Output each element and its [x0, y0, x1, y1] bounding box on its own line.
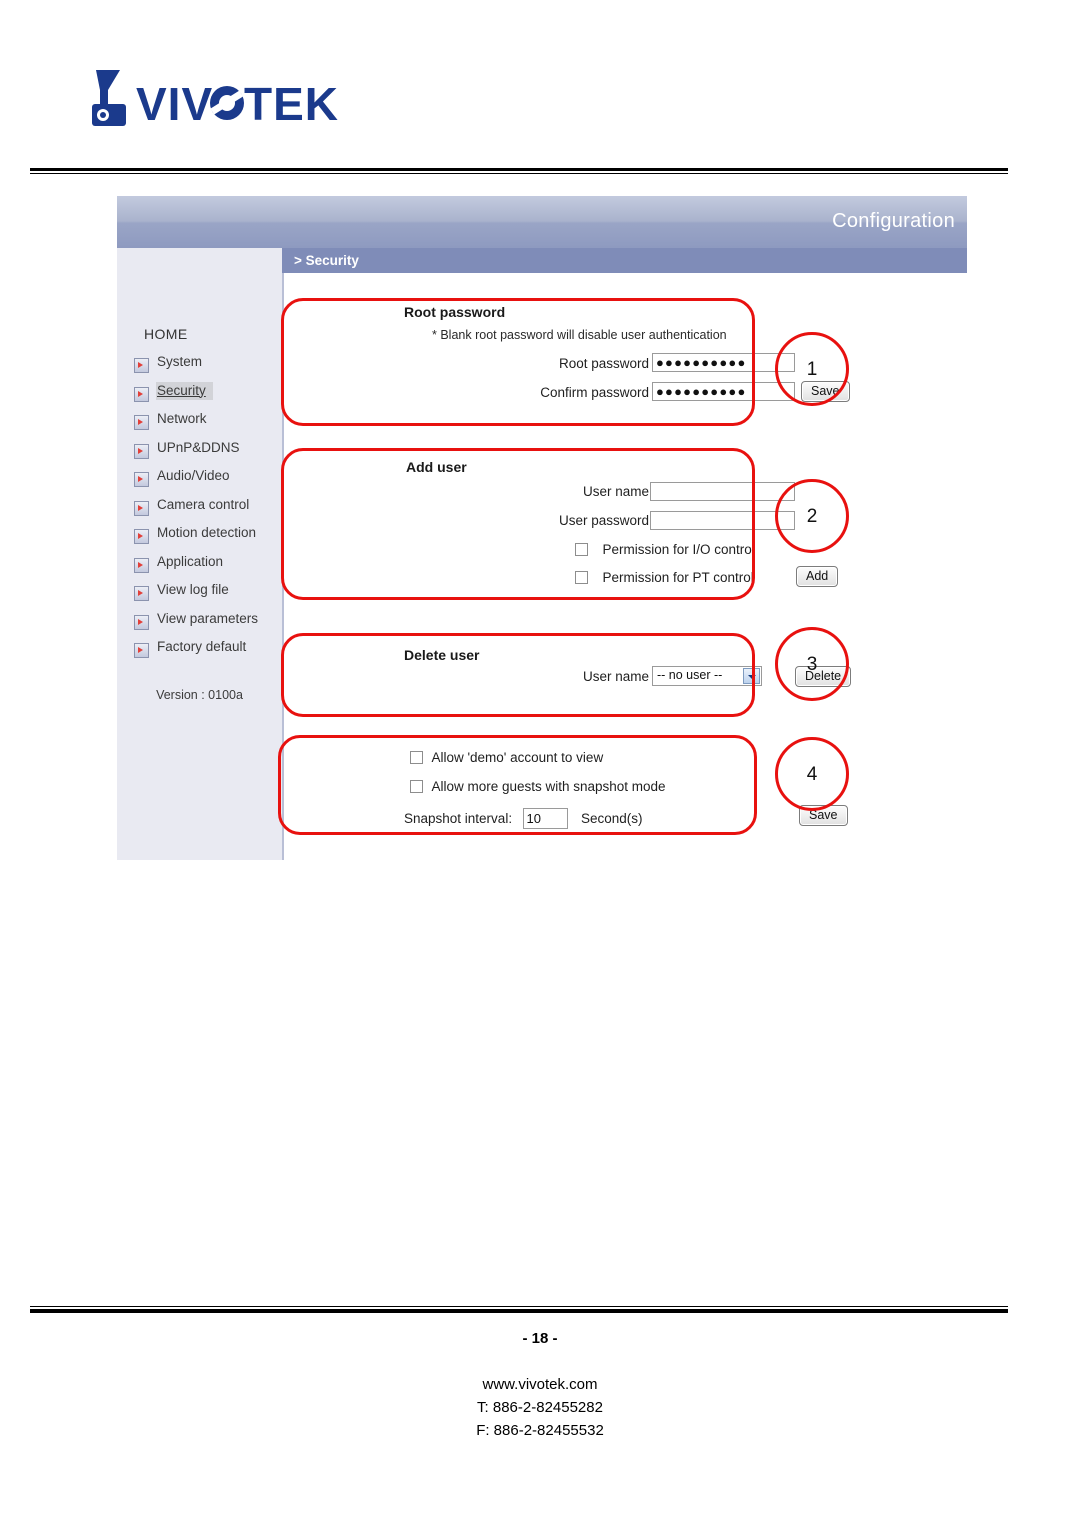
add-user-username-label: User name: [582, 484, 649, 499]
root-password-input[interactable]: ●●●●●●●●●●: [652, 353, 795, 372]
callout-2: 2: [775, 479, 849, 553]
sidebar-item-view-log-file[interactable]: View log file: [117, 579, 282, 608]
allow-demo-account-checkbox[interactable]: [410, 751, 423, 765]
arrow-bullet-icon: [134, 643, 149, 658]
arrow-bullet-icon: [134, 358, 149, 373]
arrow-bullet-icon: [134, 386, 149, 402]
sidebar-item-audio-video[interactable]: Audio/Video: [117, 465, 282, 494]
permission-pt-checkbox[interactable]: [575, 571, 588, 585]
breadcrumb-bar: > Security: [282, 248, 967, 273]
confirm-password-label: Confirm password: [540, 385, 649, 400]
footer-website: www.vivotek.com: [482, 1376, 598, 1393]
permission-io-label: Permission for I/O control: [602, 542, 755, 558]
snapshot-interval-unit: Second(s): [580, 811, 643, 826]
callout-1: 1: [775, 332, 849, 406]
delete-user-select[interactable]: -- no user --: [652, 666, 762, 686]
sidebar-item-view-parameters[interactable]: View parameters: [117, 608, 282, 637]
sidebar-item-network[interactable]: Network: [117, 408, 282, 437]
root-password-title: Root password: [404, 304, 506, 320]
sidebar-item-system[interactable]: System: [117, 351, 282, 380]
arrow-bullet-icon: [134, 443, 149, 459]
sidebar-item-application[interactable]: Application: [117, 551, 282, 580]
allow-more-guests-checkbox[interactable]: [410, 780, 423, 794]
allow-more-guests-label: Allow more guests with snapshot mode: [431, 779, 666, 795]
svg-text:TEK: TEK: [244, 78, 339, 130]
add-user-password-label: User password: [558, 513, 649, 528]
content-area: Root password * Blank root password will…: [284, 273, 967, 860]
sidebar-item-label: UPnP&DDNS: [157, 439, 240, 455]
sidebar-item-security[interactable]: Security: [117, 380, 282, 409]
root-password-label: Root password: [558, 356, 649, 371]
footer-divider: [30, 1306, 1008, 1313]
delete-user-selected-option: -- no user --: [657, 668, 723, 682]
arrow-bullet-icon: [134, 472, 149, 487]
sidebar-item-label: System: [157, 354, 203, 369]
add-user-button[interactable]: Add: [796, 566, 839, 587]
page-number: - 18 -: [522, 1330, 558, 1347]
sidebar-item-label: Motion detection: [157, 525, 257, 540]
sidebar-item-home[interactable]: HOME: [144, 326, 188, 342]
delete-user-username-label: User name: [582, 669, 649, 684]
app-header: Configuration: [117, 196, 967, 248]
arrow-bullet-icon: [134, 529, 149, 544]
root-password-note: * Blank root password will disable user …: [432, 328, 727, 342]
sidebar-item-label: Security: [157, 382, 206, 398]
sidebar-item-label: Audio/Video: [157, 468, 230, 483]
sidebar-item-label: View parameters: [157, 610, 259, 626]
add-user-username-input[interactable]: [650, 482, 795, 501]
arrow-bullet-icon: [134, 586, 149, 601]
app-header-title: Configuration: [832, 210, 955, 232]
sidebar-item-label: Camera control: [157, 496, 250, 512]
allow-demo-account-label: Allow 'demo' account to view: [431, 750, 604, 766]
sidebar-item-label: View log file: [157, 582, 229, 597]
confirm-password-input[interactable]: ●●●●●●●●●●: [652, 382, 795, 401]
arrow-bullet-icon: [134, 614, 149, 630]
firmware-version: Version : 0100a: [156, 688, 243, 702]
sidebar-item-label: Network: [157, 411, 207, 426]
sidebar-item-upnp-ddns[interactable]: UPnP&DDNS: [117, 437, 282, 466]
add-user-title: Add user: [406, 459, 467, 475]
permission-io-checkbox[interactable]: [575, 543, 588, 557]
footer-tel: T: 886-2-82455282: [477, 1399, 603, 1416]
header-divider: [30, 168, 1008, 174]
vivotek-logo: VIV TEK: [92, 68, 352, 130]
chevron-down-icon[interactable]: [743, 668, 760, 684]
permission-pt-label: Permission for PT control: [602, 570, 754, 586]
callout-4: 4: [775, 737, 849, 811]
callout-3: 3: [775, 627, 849, 701]
sidebar-item-label: Factory default: [157, 639, 247, 654]
arrow-bullet-icon: [134, 500, 149, 516]
sidebar-item-motion-detection[interactable]: Motion detection: [117, 522, 282, 551]
footer-fax: F: 886-2-82455532: [476, 1422, 604, 1439]
add-user-password-input[interactable]: [650, 511, 795, 530]
sidebar-nav: System Security Network UPnP&DDNS Audio/…: [117, 351, 282, 665]
sidebar: HOME System Security Network UPnP&DDNS A…: [117, 248, 282, 860]
breadcrumb: > Security: [294, 253, 359, 268]
footer-contact: www.vivotek.com T: 886-2-82455282 F: 886…: [0, 1373, 1080, 1442]
arrow-bullet-icon: [134, 557, 149, 573]
sidebar-item-label: Application: [157, 553, 224, 569]
sidebar-item-factory-default[interactable]: Factory default: [117, 636, 282, 665]
arrow-bullet-icon: [134, 415, 149, 430]
snapshot-interval-label: Snapshot interval:: [404, 811, 513, 826]
svg-text:VIV: VIV: [136, 78, 213, 130]
delete-user-title: Delete user: [404, 647, 480, 663]
snapshot-interval-input[interactable]: 10: [522, 808, 568, 829]
sidebar-item-camera-control[interactable]: Camera control: [117, 494, 282, 523]
